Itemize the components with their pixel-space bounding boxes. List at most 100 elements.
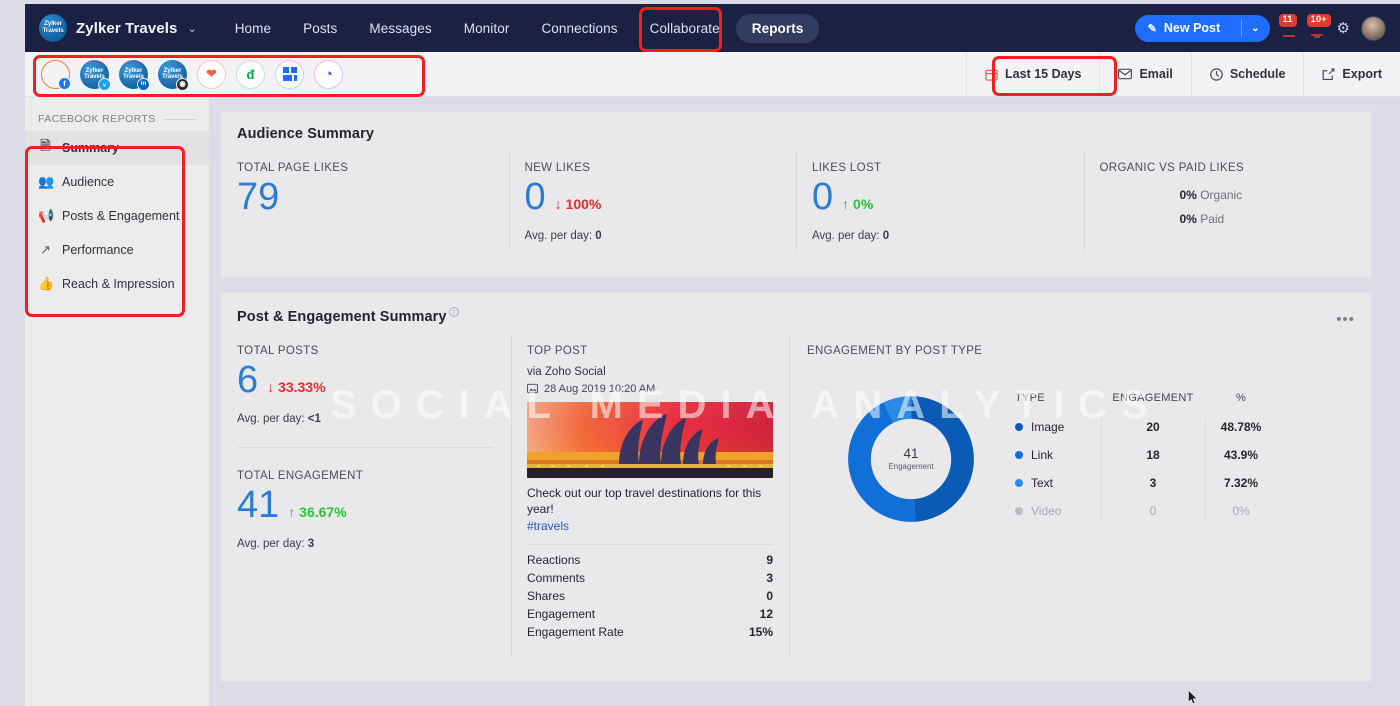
- legend-type-label: Link: [1031, 448, 1054, 463]
- legend-type-cell: Image: [1015, 420, 1101, 434]
- metric-sub-label: Avg. per day:: [237, 537, 305, 550]
- metric-sub: Avg. per day: 3: [237, 538, 511, 550]
- brand-selector[interactable]: Zylker Travels Zylker Travels ⌄: [25, 14, 197, 42]
- gear-icon[interactable]: ⚙: [1337, 19, 1350, 37]
- nav-link-connections[interactable]: Connections: [525, 14, 633, 43]
- email-button[interactable]: Email: [1099, 51, 1190, 97]
- audience-summary-title: Audience Summary: [237, 126, 374, 142]
- inbox-icon: [1282, 35, 1295, 37]
- sidebar-item-audience[interactable]: 👥 Audience: [25, 165, 209, 199]
- thumbs-up-icon: 👍: [38, 276, 55, 291]
- top-post-hashtag[interactable]: #travels: [527, 519, 570, 534]
- post-engagement-summary-card: Post & Engagement Summary? ••• TOTAL POS…: [220, 292, 1372, 682]
- sidebar-item-performance[interactable]: ↗ Performance: [25, 233, 209, 267]
- engagement-by-post-type-column: ENGAGEMENT BY POST TYPE 41 Engagement TY…: [789, 334, 1371, 675]
- alerts-bell[interactable]: 10+: [1306, 14, 1331, 41]
- donut-center-caption: Engagement: [888, 462, 934, 472]
- schedule-button[interactable]: Schedule: [1190, 51, 1304, 97]
- sidebar-heading: FACEBOOK REPORTS: [25, 97, 209, 131]
- date-range-button[interactable]: Last 15 Days: [966, 51, 1099, 97]
- legend-header-row: TYPE ENGAGEMENT %: [1015, 392, 1277, 413]
- channel-twitter[interactable]: Zylker Travels ᵥ: [80, 59, 111, 91]
- divider: [1241, 20, 1243, 36]
- metric-sub: Avg. per day: <1: [237, 413, 511, 425]
- legend-color-dot: [1015, 479, 1023, 488]
- engagement-donut-chart: 41 Engagement: [843, 391, 979, 527]
- info-icon[interactable]: ?: [448, 307, 459, 317]
- report-actions: Last 15 Days Email Schedule Export: [966, 51, 1400, 97]
- sidebar-item-posts-engagement[interactable]: 📢 Posts & Engagement: [25, 199, 209, 233]
- nav-link-monitor[interactable]: Monitor: [448, 14, 526, 43]
- legend-percent-cell: 48.78%: [1220, 420, 1262, 435]
- top-post-text: Check out our top travel destinations fo…: [527, 485, 762, 517]
- post-engagement-summary-title: Post & Engagement Summary?: [221, 293, 1371, 325]
- top-post-stat-row: Reactions 9: [527, 551, 773, 569]
- legend-color-dot: [1015, 423, 1023, 432]
- channel-facebook[interactable]: f: [41, 59, 71, 90]
- metric-delta: ↑ 36.67%: [288, 503, 347, 520]
- channel-tiktok[interactable]: ◔: [314, 59, 343, 89]
- channel-google-business[interactable]: ❤: [197, 59, 226, 89]
- clock-icon: [1210, 67, 1223, 81]
- legend-type-cell: Text: [1015, 476, 1101, 490]
- nav-link-home[interactable]: Home: [219, 14, 287, 43]
- sidebar-item-label: Audience: [62, 175, 115, 189]
- metric-value: 0: [524, 176, 546, 218]
- date-range-label: Last 15 Days: [1005, 67, 1082, 81]
- new-post-button[interactable]: ✎ New Post ⌄: [1134, 14, 1270, 42]
- channel-linkedin[interactable]: Zylker Travels in: [119, 59, 150, 91]
- legend-color-dot: [1015, 451, 1023, 460]
- sidebar-item-summary[interactable]: 🗎 Summary: [25, 131, 209, 165]
- stat-name: Engagement Rate: [527, 625, 624, 640]
- sidebar-item-reach-impression[interactable]: 👍 Reach & Impression: [25, 267, 209, 301]
- legend-type-label: Image: [1031, 420, 1065, 435]
- chevron-down-icon[interactable]: ⌄: [187, 22, 196, 35]
- legend-type-label: Text: [1031, 476, 1054, 491]
- metric-value: 6: [237, 358, 259, 401]
- brand-logo-line2: Travels: [42, 27, 64, 34]
- stat-value: 9: [766, 553, 773, 568]
- legend-row-text: Text 3 7.32%: [1015, 469, 1277, 497]
- avatar[interactable]: [1361, 15, 1386, 41]
- app-root: Zylker Travels Zylker Travels ⌄ Home Pos…: [0, 0, 1400, 706]
- nav-link-collaborate[interactable]: Collaborate: [634, 14, 736, 43]
- top-post-source: via Zoho Social: [527, 365, 606, 378]
- metric-value: 79: [237, 176, 280, 218]
- metric-label: ORGANIC VS PAID LIKES: [1099, 162, 1245, 174]
- chevron-down-icon[interactable]: ⌄: [1251, 23, 1259, 34]
- legend-engagement-cell: 3: [1149, 476, 1157, 491]
- heart-icon: ❤: [206, 66, 217, 81]
- facebook-icon: f: [58, 76, 71, 90]
- legend-type-label: Video: [1031, 504, 1062, 519]
- channel-zoho-crm[interactable]: [275, 59, 304, 89]
- stat-value: 0: [766, 589, 773, 604]
- legend-percent-cell: 0%: [1232, 504, 1250, 519]
- notification-badge-2: 10+: [1306, 14, 1331, 27]
- organic-line: 0% Organic: [1180, 188, 1372, 202]
- metric-value-row: 0 ↓ 100%: [524, 176, 797, 218]
- legend-percent-cell: 43.9%: [1223, 448, 1259, 463]
- new-post-label: New Post: [1163, 21, 1221, 35]
- top-post-column: TOP POST via Zoho Social 28 Aug 2019 10:…: [511, 334, 789, 675]
- megaphone-icon: 📢: [38, 208, 55, 223]
- channel-zoho-desk[interactable]: đ: [236, 59, 265, 89]
- metric-sub-value: 3: [307, 537, 315, 550]
- top-post-image: [527, 401, 773, 478]
- stat-name: Shares: [527, 589, 566, 604]
- channel-instagram[interactable]: Zylker Travels ◉: [158, 59, 189, 91]
- audience-metrics-row: TOTAL PAGE LIKES 79 NEW LIKES 0 ↓ 100% A…: [221, 150, 1371, 262]
- metric-delta: ↑ 0%: [842, 196, 874, 212]
- main-nav-links: Home Posts Messages Monitor Connections …: [219, 13, 820, 43]
- nav-link-messages[interactable]: Messages: [353, 14, 447, 43]
- export-button[interactable]: Export: [1303, 51, 1400, 97]
- nav-link-posts[interactable]: Posts: [287, 14, 353, 43]
- nav-link-reports[interactable]: Reports: [735, 13, 820, 43]
- export-label: Export: [1342, 67, 1382, 81]
- sidebar-item-label: Performance: [62, 243, 134, 257]
- notifications-bell[interactable]: 11: [1278, 14, 1298, 41]
- metric-likes-lost: LIKES LOST 0 ↑ 0% Avg. per day: 0: [796, 150, 1084, 262]
- channel-list: f Zylker Travels ᵥ Zylker Travels in Zyl…: [25, 59, 343, 91]
- sidebar-item-label: Reach & Impression: [62, 277, 175, 291]
- metric-delta-value: 36.67%: [299, 503, 347, 520]
- card-options-button[interactable]: •••: [1336, 311, 1355, 328]
